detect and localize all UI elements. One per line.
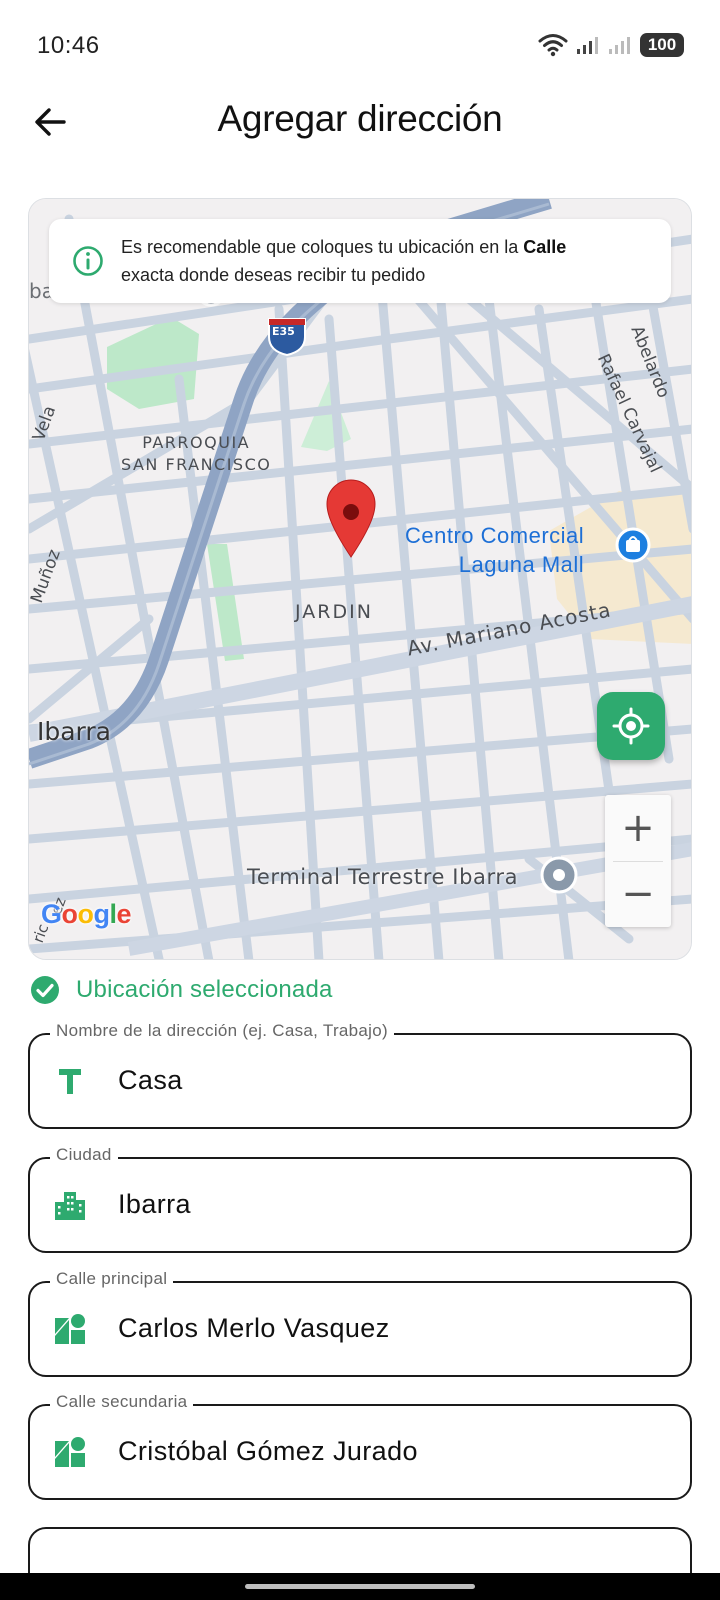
map-label-mall-line1: Centro Comercial — [405, 523, 585, 548]
map-view[interactable]: ba Disco Bar E35 PARROQUIA SAN FRANCISCO… — [28, 198, 692, 960]
zoom-control: + − — [605, 795, 671, 927]
city-field[interactable]: Ciudad Ibarra — [28, 1145, 692, 1253]
zoom-out-label: − — [621, 871, 655, 917]
secondary-street-field[interactable]: Calle secundaria Cristóbal Gómez Jurado — [28, 1392, 692, 1500]
home-gesture-handle[interactable] — [245, 1584, 475, 1589]
signal-icon — [577, 37, 598, 54]
zoom-out-button[interactable]: − — [605, 861, 671, 927]
signal-icon — [609, 37, 630, 54]
status-time: 10:46 — [37, 32, 100, 59]
map-label-parroquia: PARROQUIA SAN FRANCISCO — [121, 432, 271, 476]
map-label-parroquia-line2: SAN FRANCISCO — [121, 455, 272, 474]
info-text-end: exacta donde deseas recibir tu pedido — [121, 265, 426, 285]
map-label-parroquia-line1: PARROQUIA — [142, 433, 251, 452]
status-icons: 100 — [538, 33, 684, 57]
address-name-label: Nombre de la dirección (ej. Casa, Trabaj… — [50, 1021, 394, 1041]
location-status-text: Ubicación seleccionada — [76, 976, 333, 1003]
info-text-bold: Calle — [523, 237, 567, 257]
street-shapes-icon — [52, 1311, 88, 1347]
address-name-field[interactable]: Nombre de la dirección (ej. Casa, Trabaj… — [28, 1021, 692, 1129]
main-street-label: Calle principal — [50, 1269, 174, 1289]
app-bar: Agregar dirección — [0, 92, 720, 182]
zoom-divider — [613, 861, 663, 862]
shopping-bag-icon — [615, 527, 651, 563]
map-label-jardin: JARDIN — [295, 601, 373, 623]
place-marker-icon — [540, 856, 578, 894]
wifi-icon — [538, 34, 568, 57]
street-shapes-icon — [52, 1434, 88, 1470]
location-selected-status: Ubicación seleccionada — [30, 970, 333, 1010]
check-circle-icon — [31, 976, 59, 1004]
battery-indicator: 100 — [640, 33, 684, 57]
info-text-start: Es recomendable que coloques tu ubicació… — [121, 237, 524, 257]
map-label-mall-line2: Laguna Mall — [458, 552, 585, 577]
main-street-field[interactable]: Calle principal Carlos Merlo Vasquez — [28, 1269, 692, 1377]
map-label-mall: Centro Comercial Laguna Mall — [405, 521, 584, 579]
address-name-value[interactable]: Casa — [118, 1065, 183, 1096]
status-bar: 10:46 100 — [0, 0, 720, 92]
google-attribution-logo: Google — [41, 899, 132, 929]
info-banner-text: Es recomendable que coloques tu ubicació… — [121, 233, 566, 289]
crosshair-icon — [612, 707, 650, 745]
my-location-button[interactable] — [597, 692, 665, 760]
page-title: Agregar dirección — [217, 98, 503, 139]
secondary-street-value[interactable]: Cristóbal Gómez Jurado — [118, 1436, 418, 1467]
zoom-in-button[interactable]: + — [605, 795, 671, 861]
map-label-highway: E35 — [272, 325, 295, 338]
main-street-value[interactable]: Carlos Merlo Vasquez — [118, 1313, 390, 1344]
system-nav-bar — [0, 1573, 720, 1600]
map-label-city: Ibarra — [37, 717, 111, 746]
zoom-in-label: + — [621, 805, 655, 851]
city-label: Ciudad — [50, 1145, 118, 1165]
add-address-screen: 10:46 100 Agregar dirección ba E35 PARRO… — [0, 0, 720, 1600]
map-label-terminal: Terminal Terrestre Ibarra — [247, 865, 519, 889]
secondary-street-label: Calle secundaria — [50, 1392, 194, 1412]
city-value[interactable]: Ibarra — [118, 1189, 191, 1220]
map-canvas[interactable] — [29, 199, 692, 960]
city-buildings-icon — [52, 1187, 88, 1223]
info-banner: Es recomendable que coloques tu ubicació… — [49, 219, 671, 303]
text-t-icon — [52, 1063, 88, 1099]
info-icon — [73, 246, 103, 276]
